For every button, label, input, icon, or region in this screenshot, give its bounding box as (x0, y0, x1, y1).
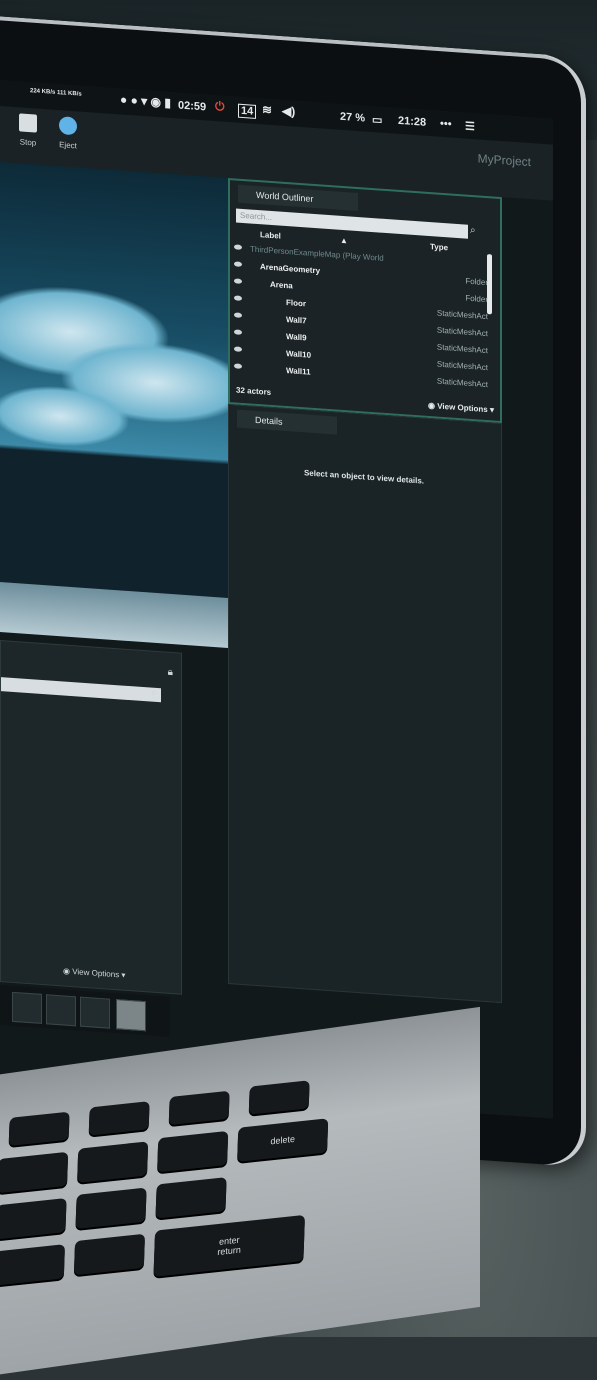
details-title: Details (255, 414, 283, 427)
game-viewport[interactable] (0, 162, 228, 648)
outliner-view-options-button[interactable]: ◉ View Options ▾ (428, 401, 494, 415)
key[interactable] (168, 1090, 230, 1126)
network-speed: 224 KB/s 111 KB/s (30, 88, 82, 98)
clock[interactable]: 21:28 (398, 115, 426, 129)
volume-icon[interactable]: ◀) (282, 104, 295, 119)
menu-list-icon[interactable]: ☰ (465, 120, 475, 134)
visibility-eye-icon[interactable] (234, 329, 242, 335)
row-label: ArenaGeometry (260, 262, 321, 276)
enter-key[interactable]: enter return (153, 1214, 305, 1277)
visibility-eye-icon[interactable] (234, 295, 242, 301)
eye-icon: ◉ (428, 400, 438, 411)
row-type: StaticMeshAct (436, 325, 488, 339)
key[interactable] (248, 1080, 310, 1115)
content-browser: 🔒︎ ⌕ ◉ View Options ▾ (0, 640, 182, 995)
eject-icon (59, 116, 77, 136)
delete-key[interactable]: delete (237, 1118, 329, 1162)
more-icon[interactable]: ••• (440, 118, 452, 131)
eject-label: Eject (59, 140, 77, 151)
world-outliner-panel: World Outliner Search... ⌕ Label ▲ Type … (228, 177, 502, 424)
details-tab[interactable]: Details (237, 409, 337, 435)
battery-percent: 27 % (340, 110, 366, 125)
visibility-eye-icon[interactable] (234, 261, 242, 267)
lock-icon[interactable]: 🔒︎ (168, 667, 173, 678)
key[interactable] (0, 1151, 69, 1194)
key[interactable] (75, 1187, 147, 1230)
visibility-eye-icon[interactable] (234, 244, 242, 250)
wifi-icon[interactable]: ≋ (262, 102, 272, 117)
arena-floor (0, 582, 228, 648)
asset-thumbnails (0, 985, 170, 1037)
stop-button[interactable]: Stop (10, 113, 46, 149)
eject-button[interactable]: Eject (50, 115, 86, 151)
column-type[interactable]: Type (430, 242, 448, 252)
world-outliner-title: World Outliner (256, 189, 314, 204)
world-outliner-tab[interactable]: World Outliner (238, 184, 358, 212)
asset-thumbnail[interactable] (12, 991, 42, 1024)
project-name: MyProject (477, 151, 531, 170)
power-icon[interactable]: ⏻ (215, 99, 225, 115)
row-label: Wall10 (286, 348, 312, 360)
view-options-label: View Options (72, 967, 120, 980)
row-label: Arena (270, 279, 293, 291)
row-type: StaticMeshAct (436, 308, 488, 322)
row-type: StaticMeshAct (436, 376, 488, 390)
asset-thumbnail[interactable] (80, 996, 110, 1029)
stop-icon (19, 113, 37, 133)
eye-icon: ◉ (63, 966, 73, 977)
view-options-label: View Options (437, 401, 488, 415)
status-icons[interactable]: ● ● ▾ ◉ ▮ (120, 92, 171, 110)
sort-arrow-icon: ▲ (340, 235, 348, 246)
battery-icon[interactable]: ▭ (372, 113, 382, 127)
laptop-screen: 224 KB/s 111 KB/s ● ● ▾ ◉ ▮ 02:59 ⏻ 14 ≋… (0, 80, 553, 1119)
visibility-eye-icon[interactable] (234, 278, 242, 284)
keyboard: delete enter return (0, 1064, 430, 1341)
timer-label: 02:59 (178, 99, 207, 114)
key[interactable] (73, 1233, 146, 1276)
asset-thumbnail[interactable] (116, 999, 146, 1032)
row-type: Folder (465, 293, 488, 305)
row-type: Folder (465, 276, 488, 288)
row-label: Wall7 (286, 314, 307, 326)
row-type: StaticMeshAct (436, 359, 488, 373)
row-label: Wall9 (286, 331, 307, 343)
key[interactable] (77, 1141, 149, 1183)
asset-thumbnail[interactable] (46, 994, 76, 1027)
visibility-eye-icon[interactable] (234, 346, 242, 352)
row-label: Wall11 (286, 365, 311, 377)
key[interactable] (0, 1244, 65, 1286)
search-icon[interactable]: ⌕ (470, 225, 476, 236)
key[interactable] (157, 1130, 229, 1173)
details-empty-message: Select an object to view details. (303, 468, 425, 486)
content-view-options-button[interactable]: ◉ View Options ▾ (63, 966, 125, 979)
calendar-badge[interactable]: 14 (238, 103, 257, 119)
content-search-input[interactable] (1, 677, 161, 703)
key[interactable] (155, 1177, 227, 1219)
search-icon[interactable]: ⌕ (151, 688, 157, 699)
return-label: return (217, 1244, 241, 1258)
key[interactable] (88, 1101, 150, 1136)
column-label[interactable]: Label (260, 230, 281, 240)
stop-label: Stop (19, 137, 37, 148)
details-panel: Details Select an object to view details… (228, 403, 502, 1004)
visibility-eye-icon[interactable] (234, 363, 242, 369)
row-type: StaticMeshAct (436, 342, 488, 356)
visibility-eye-icon[interactable] (234, 312, 242, 318)
actor-count: 32 actors (236, 385, 272, 397)
row-label: Floor (286, 297, 306, 309)
key[interactable] (0, 1197, 67, 1240)
key[interactable] (8, 1111, 70, 1147)
